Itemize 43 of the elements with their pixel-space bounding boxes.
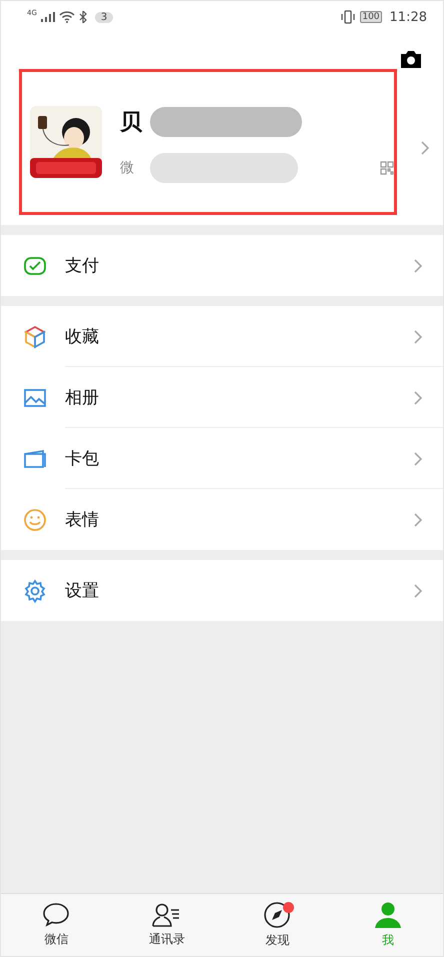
camera-icon[interactable] [399, 49, 423, 69]
chevron-right-icon [413, 258, 423, 274]
clock-time: 11:28 [390, 10, 427, 24]
menu-item[interactable]: 设置 [1, 560, 443, 621]
chevron-right-icon [413, 582, 423, 598]
chevron-right-icon [420, 140, 430, 156]
chevron-right-icon [413, 328, 423, 344]
notification-badge: 3 [94, 12, 114, 22]
tab-item[interactable]: 微信 [1, 894, 112, 956]
signal-icon [40, 12, 55, 22]
qr-code-icon[interactable] [380, 161, 394, 175]
menu-item[interactable]: 收藏 [1, 306, 443, 367]
menu-label: 相册 [65, 387, 100, 409]
tab-label: 我 [382, 932, 394, 949]
compass-icon [263, 901, 292, 929]
menu-item[interactable]: 表情 [1, 489, 443, 550]
menu-label: 支付 [65, 255, 100, 277]
profile-name: 贝 [120, 109, 142, 137]
menu-item[interactable]: 相册 [1, 367, 443, 428]
cube-icon [23, 324, 47, 348]
wechat-id-label: 微 [120, 159, 134, 177]
chevron-right-icon [413, 450, 423, 466]
settings-icon [23, 578, 47, 602]
menu-item[interactable]: 卡包 [1, 428, 443, 489]
tab-label: 微信 [44, 931, 68, 948]
battery-level: 100 [360, 11, 382, 23]
tab-item[interactable]: 通讯录 [112, 894, 222, 956]
smiley-icon [23, 508, 47, 532]
chevron-right-icon [413, 390, 423, 406]
person-icon [372, 901, 403, 929]
wifi-icon [58, 11, 75, 23]
menu-label: 设置 [65, 580, 100, 602]
menu-label: 收藏 [65, 326, 100, 348]
chevron-right-icon [413, 512, 423, 528]
menu-label: 卡包 [65, 448, 100, 470]
menu-item[interactable]: 支付 [1, 235, 443, 296]
menu-label: 表情 [65, 509, 100, 531]
tab-label: 发现 [265, 932, 290, 949]
vibrate-icon [340, 10, 356, 24]
chat-bubble-icon [42, 902, 70, 928]
bluetooth-icon [78, 11, 87, 23]
tab-label: 通讯录 [148, 931, 185, 948]
tab-item[interactable]: 发现 [222, 894, 332, 956]
